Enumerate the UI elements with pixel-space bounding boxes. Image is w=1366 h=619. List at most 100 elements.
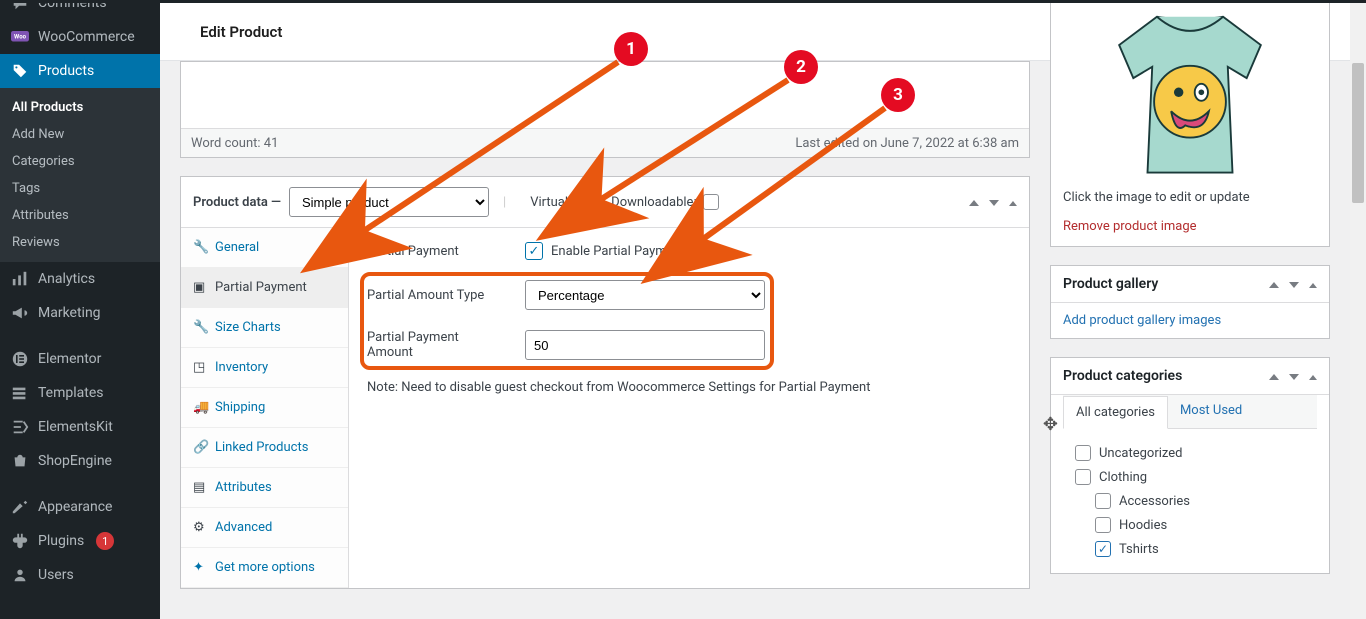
enable-partial-payment-checkbox[interactable]: ✓: [525, 242, 543, 260]
subnav-add-new[interactable]: Add New: [0, 121, 160, 148]
admin-sidebar: Comments Woo WooCommerce Products All Pr…: [0, 0, 160, 619]
sidebar-item-label: Users: [38, 567, 74, 583]
sidebar-item-comments[interactable]: Comments: [0, 0, 160, 20]
sidebar-item-label: Marketing: [38, 305, 101, 321]
sidebar-item-label: Elementor: [38, 351, 101, 367]
tab-get-more-options[interactable]: ✦Get more options: [181, 548, 348, 588]
word-count: Word count: 41: [191, 136, 278, 151]
enable-partial-payment-label: Enable Partial Payment: [551, 244, 685, 259]
folder-icon: ▣: [193, 280, 207, 295]
field-label-amount-type: Partial Amount Type: [367, 288, 507, 303]
sidebar-item-label: Products: [38, 63, 94, 79]
sidebar-item-marketing[interactable]: Marketing: [0, 296, 160, 330]
templates-icon: [10, 383, 30, 403]
tab-attributes[interactable]: ▤Attributes: [181, 468, 348, 508]
inventory-icon: ◳: [193, 360, 207, 375]
wrench-icon: 🔧: [193, 240, 207, 255]
products-icon: [10, 61, 30, 81]
downloadable-checkbox[interactable]: [703, 194, 719, 210]
sidebar-item-products[interactable]: Products: [0, 54, 160, 88]
sidebar-item-analytics[interactable]: Analytics: [0, 262, 160, 296]
plugins-icon: [10, 531, 30, 551]
panel-collapse-icon[interactable]: [1309, 277, 1317, 292]
panel-down-icon[interactable]: [989, 195, 999, 210]
elementor-icon: [10, 349, 30, 369]
subnav-tags[interactable]: Tags: [0, 175, 160, 202]
panel-down-icon[interactable]: [1289, 277, 1299, 292]
product-categories-metabox: Product categories All categories Most U…: [1050, 357, 1330, 574]
panel-down-icon[interactable]: [1289, 369, 1299, 384]
category-item-accessories[interactable]: Accessories: [1075, 489, 1305, 513]
product-image-metabox: Click the image to edit or update Remove…: [1050, 1, 1330, 247]
category-item-clothing[interactable]: Clothing: [1075, 465, 1305, 489]
sidebar-item-shopengine[interactable]: ShopEngine: [0, 444, 160, 478]
remove-image-link[interactable]: Remove product image: [1063, 219, 1317, 234]
tab-partial-payment[interactable]: ▣Partial Payment: [181, 268, 348, 308]
appearance-icon: [10, 497, 30, 517]
wrench-icon: 🔧: [193, 320, 207, 335]
panel-up-icon[interactable]: [1269, 369, 1279, 384]
svg-text:Woo: Woo: [14, 34, 27, 41]
category-tab-all[interactable]: All categories: [1063, 396, 1168, 429]
tab-advanced[interactable]: ⚙Advanced: [181, 508, 348, 548]
product-image[interactable]: [1061, 12, 1319, 182]
annotation-badge-3: 3: [881, 78, 915, 112]
link-icon: 🔗: [193, 440, 207, 455]
tab-shipping[interactable]: 🚚Shipping: [181, 388, 348, 428]
last-edited: Last edited on June 7, 2022 at 6:38 am: [795, 136, 1019, 151]
sidebar-item-label: Appearance: [38, 499, 112, 515]
sidebar-item-appearance[interactable]: Appearance: [0, 490, 160, 524]
sidebar-item-elementskit[interactable]: ElementsKit: [0, 410, 160, 444]
sidebar-item-woocommerce[interactable]: Woo WooCommerce: [0, 20, 160, 54]
gear-icon: ⚙: [193, 520, 207, 535]
product-data-panel: Product data — Simple product | Virtual:…: [180, 176, 1030, 589]
attributes-icon: ▤: [193, 480, 207, 495]
tab-general[interactable]: 🔧General: [181, 228, 348, 268]
sidebar-item-label: Analytics: [38, 271, 95, 287]
product-data-title: Product data —: [193, 195, 281, 210]
page-title: Edit Product: [200, 23, 282, 41]
tab-inventory[interactable]: ◳Inventory: [181, 348, 348, 388]
sidebar-item-elementor[interactable]: Elementor: [0, 342, 160, 376]
edit-image-hint: Click the image to edit or update: [1063, 190, 1317, 205]
products-submenu: All Products Add New Categories Tags Att…: [0, 88, 160, 262]
sidebar-item-templates[interactable]: Templates: [0, 376, 160, 410]
panel-up-icon[interactable]: [969, 195, 979, 210]
plugins-update-badge: 1: [96, 532, 114, 550]
category-item-hoodies[interactable]: Hoodies: [1075, 513, 1305, 537]
tab-size-charts[interactable]: 🔧Size Charts: [181, 308, 348, 348]
move-cursor-icon: ✥: [1043, 414, 1058, 435]
subnav-attributes[interactable]: Attributes: [0, 202, 160, 229]
truck-icon: 🚚: [193, 400, 207, 415]
subnav-categories[interactable]: Categories: [0, 148, 160, 175]
gallery-title: Product gallery: [1063, 276, 1158, 292]
category-item-tshirts[interactable]: ✓Tshirts: [1075, 537, 1305, 561]
vertical-scrollbar[interactable]: [1350, 3, 1366, 619]
partial-payment-settings: Partial Payment ✓ Enable Partial Payment…: [349, 228, 1029, 588]
add-gallery-images-link[interactable]: Add product gallery images: [1063, 313, 1221, 328]
annotation-badge-1: 1: [614, 32, 648, 66]
partial-amount-type-select[interactable]: Percentage: [525, 280, 765, 310]
virtual-checkbox[interactable]: [577, 194, 593, 210]
panel-collapse-icon[interactable]: [1009, 195, 1017, 210]
tab-linked-products[interactable]: 🔗Linked Products: [181, 428, 348, 468]
sidebar-item-users[interactable]: Users: [0, 558, 160, 592]
sidebar-item-label: ShopEngine: [38, 453, 112, 469]
subnav-reviews[interactable]: Reviews: [0, 229, 160, 256]
panel-up-icon[interactable]: [1269, 277, 1279, 292]
woo-icon: Woo: [10, 27, 30, 47]
subnav-all-products[interactable]: All Products: [0, 94, 160, 121]
category-tab-most-used[interactable]: Most Used: [1168, 395, 1254, 428]
partial-payment-amount-input[interactable]: [525, 330, 765, 360]
field-label-partial-payment: Partial Payment: [367, 244, 507, 259]
panel-collapse-icon[interactable]: [1309, 369, 1317, 384]
megaphone-icon: [10, 303, 30, 323]
annotation-badge-2: 2: [784, 50, 818, 84]
sidebar-item-label: Plugins: [38, 533, 84, 549]
sidebar-item-plugins[interactable]: Plugins 1: [0, 524, 160, 558]
sidebar-item-label: WooCommerce: [38, 29, 135, 45]
category-item-uncategorized[interactable]: Uncategorized: [1075, 441, 1305, 465]
product-gallery-metabox: Product gallery Add product gallery imag…: [1050, 265, 1330, 339]
product-type-select[interactable]: Simple product: [289, 187, 489, 217]
categories-title: Product categories: [1063, 368, 1182, 384]
